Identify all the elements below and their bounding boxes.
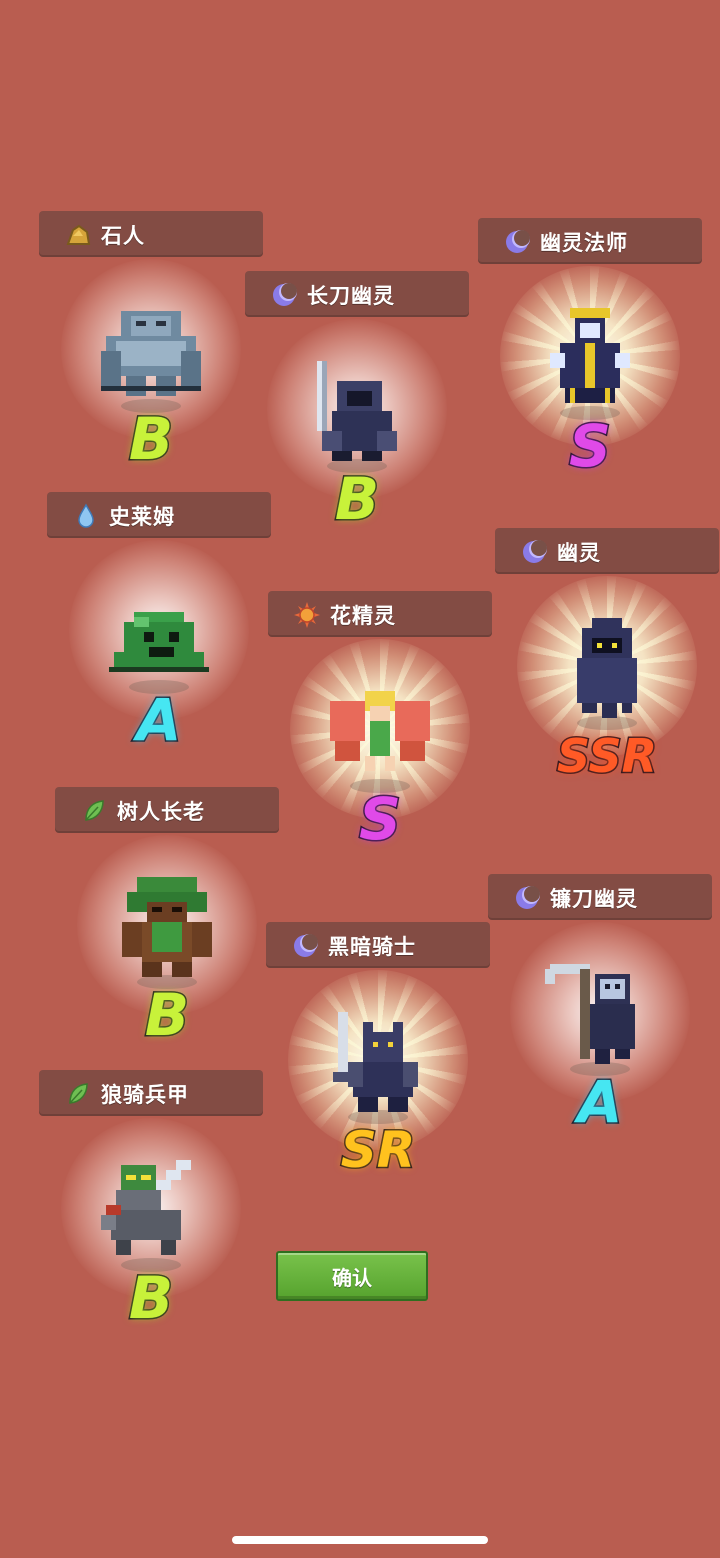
monster-card-blade-ghost[interactable]: 长刀幽灵 B xyxy=(245,271,469,571)
monster-name: 石人 xyxy=(101,224,145,248)
monster-card-wolf-rider[interactable]: 狼骑兵甲 B xyxy=(39,1070,263,1370)
monster-card-stone-golem[interactable]: 石人 B xyxy=(39,211,263,511)
moon-icon xyxy=(514,885,540,911)
home-indicator[interactable] xyxy=(232,1536,488,1544)
name-plate: 史莱姆 xyxy=(47,492,271,538)
monster-card-flower-fairy[interactable]: 花精灵 S xyxy=(268,591,492,891)
monster-name: 花精灵 xyxy=(330,604,396,628)
leaf-icon xyxy=(65,1081,91,1107)
monster-card-scythe-ghost[interactable]: 镰刀幽灵 A xyxy=(488,874,712,1174)
slime-sprite xyxy=(99,572,219,692)
rank-badge: B xyxy=(333,465,380,533)
moon-icon xyxy=(521,539,547,565)
name-plate: 黑暗骑士 xyxy=(266,922,490,968)
wolf-rider-sprite xyxy=(91,1150,211,1270)
moon-icon xyxy=(292,933,318,959)
moon-icon xyxy=(504,229,530,255)
earth-icon xyxy=(65,222,91,248)
monster-card-treant-elder[interactable]: 树人长老 B xyxy=(55,787,279,1087)
rank-badge: B xyxy=(127,1264,174,1332)
blade-ghost-sprite xyxy=(297,351,417,471)
monster-name: 黑暗骑士 xyxy=(328,935,416,959)
monster-card-dark-knight[interactable]: 黑暗骑士 SR xyxy=(266,922,490,1222)
monster-card-ghost[interactable]: 幽灵 SSR xyxy=(495,528,719,828)
leaf-icon xyxy=(81,798,107,824)
rank-badge: A xyxy=(576,1068,624,1136)
name-plate: 幽灵 xyxy=(495,528,719,574)
name-plate: 幽灵法师 xyxy=(478,218,702,264)
monster-card-ghost-mage[interactable]: 幽灵法师 S xyxy=(478,218,702,518)
name-plate: 花精灵 xyxy=(268,591,492,637)
flower-fairy-sprite xyxy=(320,671,440,791)
name-plate: 树人长老 xyxy=(55,787,279,833)
rank-badge: A xyxy=(135,686,183,754)
name-plate: 狼骑兵甲 xyxy=(39,1070,263,1116)
rank-badge: S xyxy=(568,412,613,480)
monster-name: 镰刀幽灵 xyxy=(550,887,638,911)
name-plate: 石人 xyxy=(39,211,263,257)
treant-elder-sprite xyxy=(107,867,227,987)
moon-icon xyxy=(271,282,297,308)
monster-name: 狼骑兵甲 xyxy=(101,1083,189,1107)
dark-knight-sprite xyxy=(318,1002,438,1122)
confirm-button[interactable]: 确认 xyxy=(276,1251,428,1301)
water-icon xyxy=(73,503,99,529)
rank-badge: SSR xyxy=(555,728,658,785)
monster-name: 幽灵法师 xyxy=(540,231,628,255)
sun-icon xyxy=(294,602,320,628)
monster-name: 长刀幽灵 xyxy=(307,284,395,308)
rank-badge: B xyxy=(127,405,174,473)
name-plate: 长刀幽灵 xyxy=(245,271,469,317)
monster-card-slime[interactable]: 史莱姆 A xyxy=(47,492,271,792)
stone-golem-sprite xyxy=(91,291,211,411)
name-plate: 镰刀幽灵 xyxy=(488,874,712,920)
scythe-ghost-sprite xyxy=(540,954,660,1074)
ghost-mage-sprite xyxy=(530,298,650,418)
monster-name: 幽灵 xyxy=(557,541,601,565)
ghost-sprite xyxy=(547,608,667,728)
monster-name: 史莱姆 xyxy=(109,505,175,529)
rank-badge: B xyxy=(143,981,190,1049)
rank-badge: SR xyxy=(339,1120,417,1181)
monster-name: 树人长老 xyxy=(117,800,205,824)
rank-badge: S xyxy=(358,785,403,853)
